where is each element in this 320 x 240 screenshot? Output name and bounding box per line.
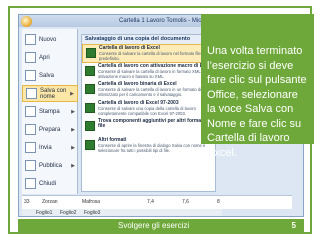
page-number: 5 <box>291 221 296 230</box>
chevron-right-icon: ▶ <box>71 108 75 115</box>
office-button-icon[interactable] <box>21 16 32 27</box>
tab-foglio1[interactable]: Foglio1 <box>36 210 52 216</box>
slide-footer: Svolgere gli esercizi 5 <box>18 219 304 233</box>
chevron-right-icon: ▶ <box>71 126 75 133</box>
open-folder-icon <box>25 52 36 63</box>
submenu-item-altri-formati[interactable]: Altri formati Consente di aprire la fines… <box>82 137 215 156</box>
office-menu: Nuovo Apri Salva Salva con nome ▶ Stampa ▶… <box>22 29 78 194</box>
excel-97-2003-icon <box>85 102 95 113</box>
footer-title: Svolgere gli esercizi <box>118 221 190 230</box>
table-cell[interactable]: 7,4 <box>147 199 154 205</box>
table-cell[interactable]: Zorzan <box>42 199 58 205</box>
menu-item-nuovo[interactable]: Nuovo <box>22 31 78 48</box>
submenu-item-macro[interactable]: Cartella di lavoro con attivazione macro… <box>82 63 215 82</box>
send-icon <box>25 142 36 153</box>
table-cell[interactable]: Mafrosa <box>82 199 100 205</box>
tab-foglio2[interactable]: Foglio2 <box>60 210 76 216</box>
menu-item-apri[interactable]: Apri <box>22 49 78 66</box>
excel-macro-workbook-icon <box>85 65 95 76</box>
table-cell[interactable]: 7,6 <box>182 199 189 205</box>
menu-item-pubblica[interactable]: Pubblica ▶ <box>22 157 78 174</box>
save-as-submenu: Salvataggio di una copia del documento C… <box>81 34 216 192</box>
submenu-item-addin[interactable]: Trova componenti aggiuntivi per altri fo… <box>82 118 215 137</box>
save-other-formats-icon <box>85 139 95 150</box>
submenu-item-binaria[interactable]: Cartella di lavoro binaria di Excel Conse… <box>82 81 215 100</box>
save-as-icon <box>26 88 37 99</box>
tab-foglio3[interactable]: Foglio3 <box>84 210 100 216</box>
instruction-callout: Una volta terminato l’esercizio si deve … <box>201 14 314 159</box>
menu-item-salva-con-nome[interactable]: Salva con nome ▶ <box>22 85 78 102</box>
submenu-title: Salvataggio di una copia del documento <box>82 35 215 44</box>
close-document-icon <box>25 178 36 189</box>
menu-item-prepara[interactable]: Prepara ▶ <box>22 121 78 138</box>
excel-binary-workbook-icon <box>85 84 95 94</box>
addin-icon <box>85 121 95 131</box>
row-number: 33 <box>24 199 30 205</box>
chevron-right-icon: ▶ <box>70 90 74 97</box>
menu-item-stampa[interactable]: Stampa ▶ <box>22 103 78 120</box>
excel-workbook-icon <box>86 48 96 58</box>
submenu-item-97-2003[interactable]: Cartella di lavoro di Excel 97-2003 Conse… <box>82 100 215 119</box>
prepare-icon <box>25 124 36 135</box>
callout-text: Una volta terminato l’esercizio si deve … <box>207 45 307 159</box>
printer-icon <box>25 106 36 117</box>
publish-icon <box>25 160 36 171</box>
menu-item-invia[interactable]: Invia ▶ <box>22 139 78 156</box>
worksheet-row: 33 Zorzan Mafrosa 7,4 7,6 8 <box>22 195 292 209</box>
menu-item-salva[interactable]: Salva <box>22 67 78 84</box>
save-disk-icon <box>25 70 36 81</box>
sheet-tabs: Foglio1 Foglio2 Foglio3 <box>22 209 222 216</box>
table-cell[interactable]: 8 <box>217 199 220 205</box>
new-document-icon <box>25 34 36 45</box>
submenu-item-cartella-excel[interactable]: Cartella di lavoro di Excel Consente di s… <box>82 44 215 63</box>
menu-item-chiudi[interactable]: Chiudi <box>22 175 78 192</box>
chevron-right-icon: ▶ <box>71 144 75 151</box>
chevron-right-icon: ▶ <box>71 162 75 169</box>
